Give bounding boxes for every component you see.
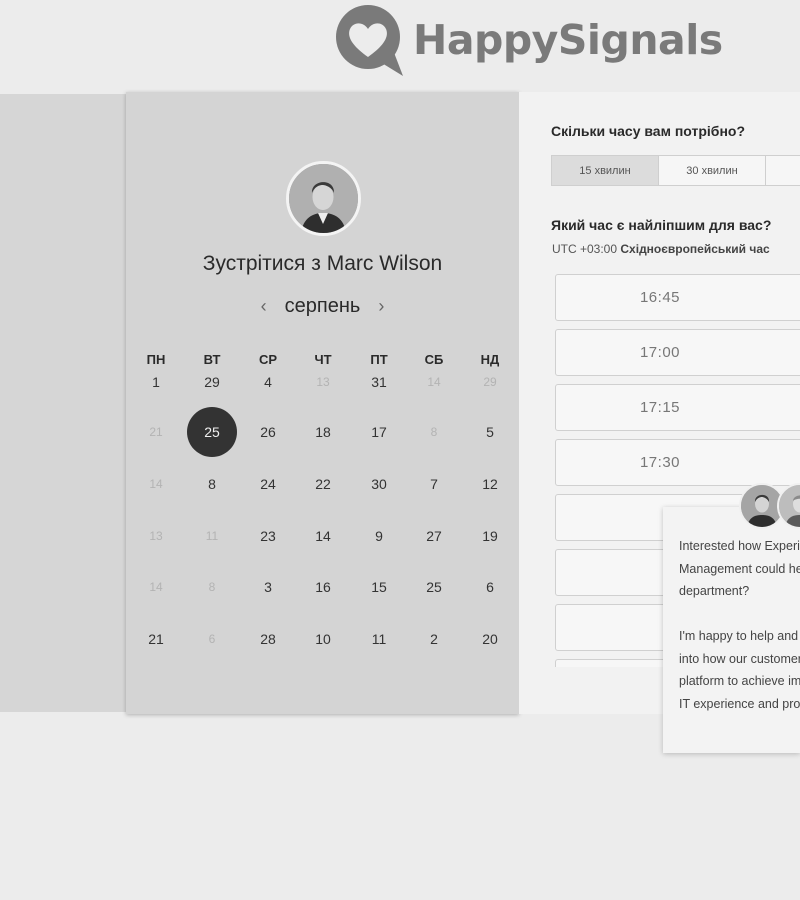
calendar-day[interactable]: 10 — [298, 614, 348, 664]
background-shade — [0, 94, 126, 712]
time-slot-button[interactable]: 17:30 — [555, 439, 800, 486]
person-photo-icon — [289, 164, 358, 233]
calendar-day: 14 — [149, 477, 163, 491]
logo-wordmark: HappySignals — [413, 16, 723, 64]
calendar-day[interactable]: 7 — [409, 459, 459, 509]
month-navigation: ‹ серпень › — [126, 295, 519, 318]
timezone-label[interactable]: UTC +03:00 Східноєвропейський час — [552, 242, 770, 256]
next-month-chevron-icon[interactable]: › — [375, 296, 387, 317]
calendar-day[interactable]: 20 — [465, 614, 515, 664]
month-label: серпень — [284, 295, 361, 317]
time-slot-button[interactable]: 16:45 — [555, 274, 800, 321]
calendar-day[interactable]: 26 — [243, 407, 293, 457]
calendar-day[interactable]: 9 — [354, 511, 404, 561]
calendar-panel: Зустрітися з Marc Wilson ‹ серпень › ПН В… — [126, 92, 519, 714]
calendar-day: 8 — [430, 425, 438, 439]
duration-tab[interactable] — [765, 155, 800, 186]
calendar-day[interactable]: 17 — [354, 407, 404, 457]
calendar-day[interactable]: 30 — [354, 459, 404, 509]
calendar-day: 14 — [427, 375, 441, 389]
person-photo-icon — [779, 485, 800, 527]
calendar-day[interactable]: 23 — [243, 511, 293, 561]
calendar-day[interactable]: 11 — [354, 614, 404, 664]
calendar-day: 8 — [208, 580, 216, 594]
duration-tab[interactable]: 15 хвилин — [551, 155, 659, 186]
calendar-day[interactable]: 24 — [243, 459, 293, 509]
calendar-day[interactable]: 16 — [298, 562, 348, 612]
calendar-day[interactable]: 21 — [131, 614, 181, 664]
chat-popup[interactable]: Interested how Experience Management cou… — [663, 507, 800, 753]
duration-question: Скільки часу вам потрібно? — [551, 123, 746, 139]
calendar-day: 13 — [316, 375, 330, 389]
calendar-day: 21 — [149, 425, 163, 439]
time-slot-button[interactable]: 17:00 — [555, 329, 800, 376]
selected-day[interactable]: 25 — [187, 407, 237, 457]
calendar-day[interactable]: 8 — [187, 459, 237, 509]
calendar-day[interactable]: 25 — [409, 562, 459, 612]
meet-title: Зустрітися з Marc Wilson — [202, 252, 443, 275]
timezone-name: Східноєвропейський час — [620, 242, 770, 256]
calendar-day[interactable]: 22 — [298, 459, 348, 509]
calendar-day: 14 — [149, 580, 163, 594]
prev-month-chevron-icon[interactable]: ‹ — [258, 296, 270, 317]
calendar-day[interactable]: 19 — [465, 511, 515, 561]
happysignals-logo[interactable]: HappySignals — [333, 4, 723, 76]
calendar-day[interactable]: 14 — [298, 511, 348, 561]
calendar-day[interactable]: 29 — [187, 357, 237, 407]
calendar-day[interactable]: 28 — [243, 614, 293, 664]
chat-message: Interested how Experience Management cou… — [679, 539, 800, 711]
calendar-day[interactable]: 31 — [354, 357, 404, 407]
calendar-day[interactable]: 5 — [465, 407, 515, 457]
calendar-day[interactable]: 27 — [409, 511, 459, 561]
calendar-day[interactable]: 6 — [465, 562, 515, 612]
time-slot-button[interactable]: 17:15 — [555, 384, 800, 431]
heart-speech-bubble-icon — [336, 5, 403, 76]
timezone-offset: UTC +03:00 — [552, 242, 618, 256]
calendar-day[interactable]: 4 — [243, 357, 293, 407]
calendar-day[interactable]: 12 — [465, 459, 515, 509]
calendar-day: 6 — [208, 632, 216, 646]
calendar-day: 29 — [483, 375, 497, 389]
calendar-day: 13 — [149, 529, 163, 543]
time-question: Який час є найліпшим для вас? — [551, 217, 772, 233]
duration-tabs: 15 хвилин 30 хвилин — [551, 155, 800, 186]
duration-tab[interactable]: 30 хвилин — [658, 155, 766, 186]
calendar-day[interactable]: 2 — [409, 614, 459, 664]
calendar-day[interactable]: 15 — [354, 562, 404, 612]
calendar-day[interactable]: 1 — [131, 357, 181, 407]
calendar-day[interactable]: 18 — [298, 407, 348, 457]
host-avatar — [286, 161, 361, 236]
calendar-day[interactable]: 3 — [243, 562, 293, 612]
calendar-day: 11 — [205, 529, 219, 543]
